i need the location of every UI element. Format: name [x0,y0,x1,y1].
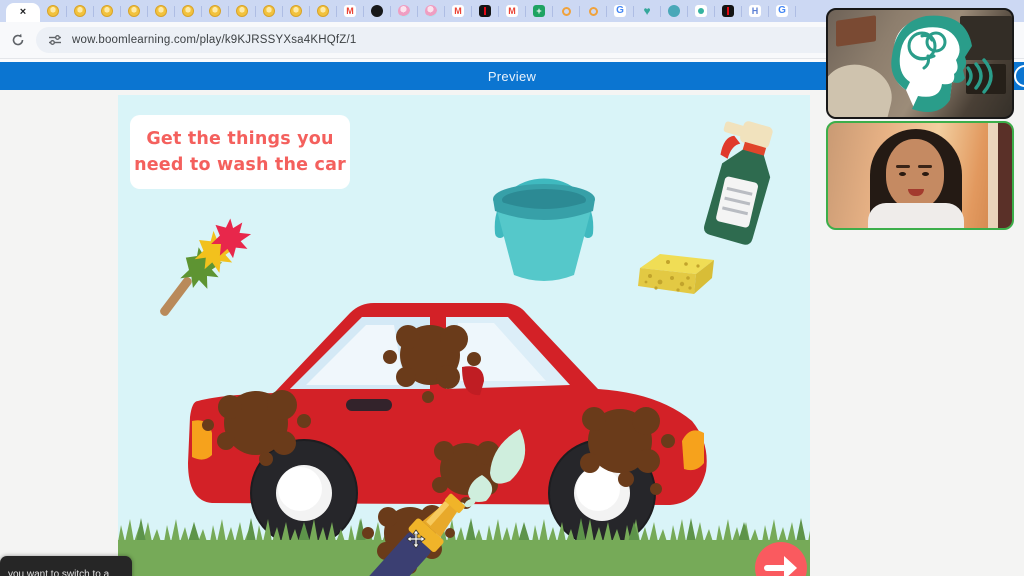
speaker-shirt [868,203,964,230]
door-frame [988,123,998,228]
mascot-favicon [182,5,194,17]
google-favicon: G [614,5,626,17]
browser-tab[interactable] [472,0,498,22]
happ-favicon: H [749,5,761,17]
browser-tab[interactable] [391,0,417,22]
speaker-face [886,139,944,209]
mascot-favicon [101,5,113,17]
instruction-line-1: Get the things you [146,126,333,152]
gmail-favicon: M [344,5,356,17]
browser-tab[interactable] [364,0,390,22]
next-button[interactable] [754,541,808,576]
dark-favicon [722,5,734,17]
browser-tab[interactable] [175,0,201,22]
eyebrow-right [918,165,932,168]
url-text: wow.boomlearning.com/play/k9KJRSSYXsa4KH… [72,34,356,46]
browser-tab[interactable] [661,0,687,22]
video-tile-speaker[interactable] [826,121,1014,230]
mascot-favicon [47,5,59,17]
spray-bottle[interactable] [696,119,796,259]
browser-tab[interactable]: M [445,0,471,22]
video-call-overlay [824,6,1016,230]
mascot-favicon [317,5,329,17]
hose-nozzle[interactable] [304,417,534,576]
sheets-favicon: + [533,5,545,17]
teal-favicon [668,5,680,17]
mouth [908,189,924,196]
browser-tab[interactable] [202,0,228,22]
browser-tab[interactable] [67,0,93,22]
tooltip-text: you want to switch to a [8,569,109,576]
browser-tab[interactable]: + [526,0,552,22]
reload-icon [11,33,25,47]
browser-tab[interactable] [715,0,741,22]
dark-favicon [479,5,491,17]
instruction-line-2: need to wash the car [134,152,346,178]
tab-separator [795,6,796,17]
mascot-favicon [128,5,140,17]
mascot-favicon [209,5,221,17]
game-stage: Get the things you need to wash the car [118,95,810,576]
globe-favicon [371,5,383,17]
browser-tab[interactable] [94,0,120,22]
mini-favicon [695,5,707,17]
tune-icon [48,34,62,46]
cupcake-favicon [425,5,437,17]
browser-tab[interactable]: H [742,0,768,22]
instruction-card: Get the things you need to wash the car [130,115,350,189]
speech-therapy-logo-icon [866,12,996,119]
browser-tab[interactable] [40,0,66,22]
heart-favicon: ♥ [641,5,653,17]
curtain [998,123,1012,228]
reload-button[interactable] [8,30,28,50]
gmail-favicon: M [452,5,464,17]
mascot-favicon [290,5,302,17]
video-tile-logo[interactable] [826,8,1014,119]
mascot-favicon [263,5,275,17]
browser-tab[interactable] [418,0,444,22]
cupcake-favicon [398,5,410,17]
browser-tab[interactable] [121,0,147,22]
browser-tab[interactable] [283,0,309,22]
browser-tab[interactable]: M [337,0,363,22]
ring-favicon [589,7,598,16]
active-browser-tab[interactable]: × [6,3,40,22]
ring-favicon [562,7,571,16]
browser-tab[interactable]: G [607,0,633,22]
eyebrow-left [896,165,910,168]
tab-close-icon[interactable]: × [20,7,26,18]
browser-tab[interactable] [688,0,714,22]
browser-tab[interactable] [553,0,579,22]
notification-tooltip: you want to switch to a [0,556,132,576]
bucket[interactable] [484,137,604,287]
eye-left [899,172,906,176]
browser-tab[interactable] [580,0,606,22]
gmail-favicon: M [506,5,518,17]
google-favicon: G [776,5,788,17]
browser-tab[interactable] [148,0,174,22]
browser-tab[interactable] [310,0,336,22]
screen: × M M M + G ♥ H G wow.boomlearning.com/play/k9K… [0,0,1024,576]
browser-tab[interactable]: M [499,0,525,22]
preview-label: Preview [488,69,536,84]
browser-tab[interactable] [256,0,282,22]
browser-tab[interactable]: G [769,0,795,22]
browser-tab[interactable]: ♥ [634,0,660,22]
mascot-favicon [74,5,86,17]
mascot-favicon [236,5,248,17]
browser-tab[interactable] [229,0,255,22]
eye-right [922,172,929,176]
mascot-favicon [155,5,167,17]
